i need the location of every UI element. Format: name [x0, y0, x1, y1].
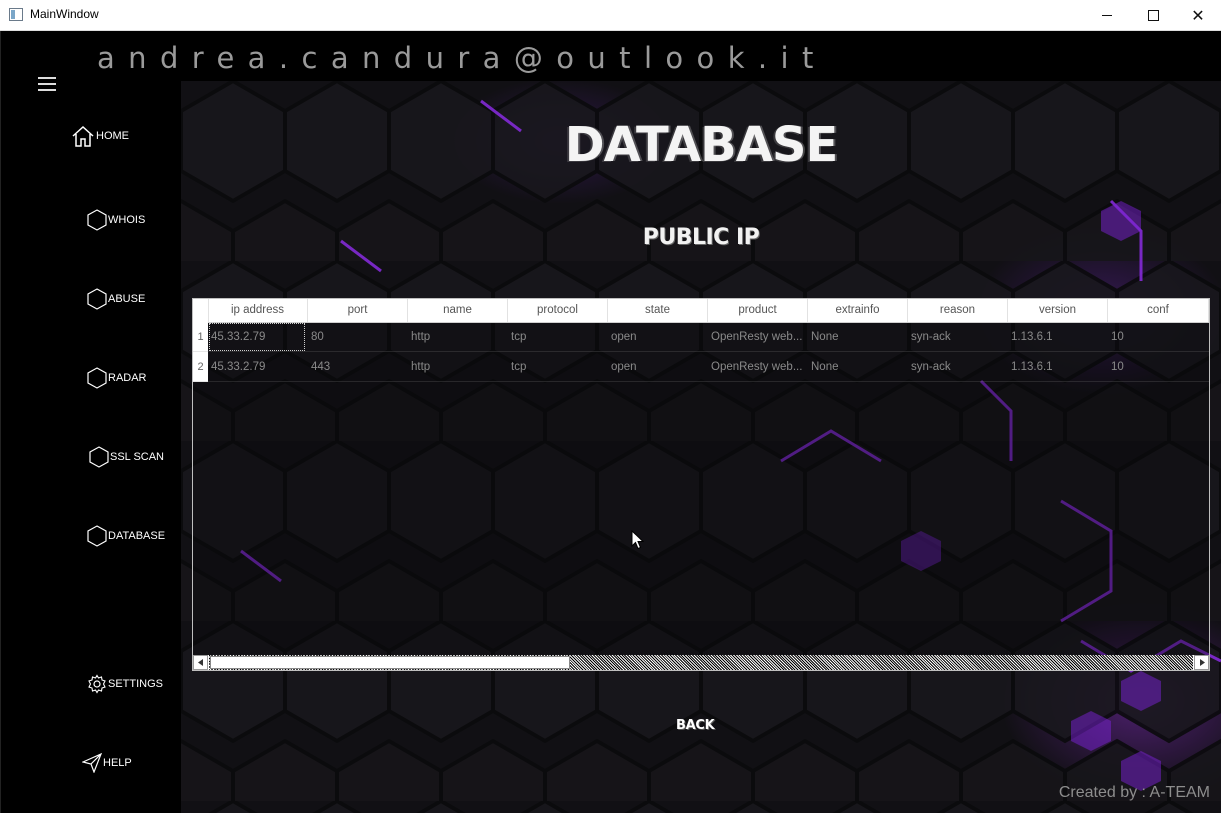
table-cell[interactable]: 10: [1108, 322, 1209, 352]
hexagon-icon: [87, 367, 107, 389]
hexagon-icon: [87, 288, 107, 310]
sidebar-item-label: DATABASE: [108, 530, 166, 542]
close-icon: ✕: [1191, 5, 1205, 25]
hexagon-icon: [87, 525, 107, 547]
send-icon: [82, 753, 102, 773]
table-cell[interactable]: 80: [308, 322, 408, 352]
column-header-protocol[interactable]: protocol: [508, 299, 608, 322]
column-header-extrainfo[interactable]: extrainfo: [808, 299, 908, 322]
sidebar: HOME WHOIS ABUSE RADAR SSL SCAN DATABASE…: [0, 31, 181, 813]
table-cell[interactable]: OpenResty web...: [708, 322, 808, 352]
column-header-conf[interactable]: conf: [1108, 299, 1209, 322]
hexagon-icon: [89, 446, 109, 468]
scroll-left-button[interactable]: [193, 655, 208, 670]
sidebar-item-label: ABUSE: [108, 293, 146, 305]
minimize-icon: [1102, 15, 1112, 16]
horizontal-scrollbar[interactable]: [193, 655, 1209, 670]
sidebar-item-label: HELP: [103, 757, 132, 769]
table-cell[interactable]: 1.13.6.1: [1008, 352, 1108, 382]
table-cell[interactable]: open: [608, 322, 708, 352]
table-cell[interactable]: None: [808, 352, 908, 382]
sidebar-item-settings[interactable]: SETTINGS: [87, 674, 163, 694]
table-cell[interactable]: tcp: [508, 352, 608, 382]
column-header-name[interactable]: name: [408, 299, 508, 322]
sidebar-item-label: WHOIS: [108, 214, 146, 226]
close-button[interactable]: ✕: [1175, 0, 1221, 31]
back-button[interactable]: BACK: [676, 718, 715, 733]
table-cell[interactable]: http: [408, 352, 508, 382]
home-icon: [72, 125, 94, 147]
table-corner[interactable]: [193, 299, 209, 322]
hamburger-menu-icon[interactable]: [38, 77, 56, 91]
main-panel: DATABASE PUBLIC IP ip address port name …: [181, 81, 1221, 813]
mouse-cursor-icon: [631, 530, 645, 550]
table-cell[interactable]: 10: [1108, 352, 1209, 382]
row-header[interactable]: 1: [193, 322, 208, 352]
sidebar-item-label: SSL SCAN: [110, 451, 165, 463]
scrollbar-thumb[interactable]: [210, 656, 570, 669]
row-header[interactable]: 2: [193, 352, 208, 382]
title-bar: MainWindow ✕: [0, 0, 1221, 31]
maximize-icon: [1147, 10, 1159, 21]
sidebar-item-database[interactable]: DATABASE: [87, 525, 165, 547]
row-headers: 1 2: [193, 322, 208, 382]
results-table[interactable]: ip address port name protocol state prod…: [192, 298, 1210, 671]
gear-icon: [88, 674, 106, 694]
column-header-state[interactable]: state: [608, 299, 708, 322]
minimize-button[interactable]: [1084, 0, 1130, 31]
sidebar-item-label: RADAR: [108, 372, 147, 384]
sidebar-item-label: HOME: [96, 130, 129, 142]
hexagon-icon: [87, 209, 107, 231]
arrow-left-icon: [197, 659, 203, 666]
column-header-reason[interactable]: reason: [908, 299, 1008, 322]
table-cell[interactable]: tcp: [508, 322, 608, 352]
table-cell[interactable]: http: [408, 322, 508, 352]
sidebar-item-label: SETTINGS: [108, 678, 164, 690]
maximize-button[interactable]: [1130, 0, 1176, 31]
sidebar-item-help[interactable]: HELP: [82, 753, 132, 773]
table-cell[interactable]: 45.33.2.79: [208, 322, 306, 352]
sidebar-item-abuse[interactable]: ABUSE: [87, 288, 145, 310]
sidebar-item-ssl-scan[interactable]: SSL SCAN: [89, 446, 164, 468]
sidebar-item-home[interactable]: HOME: [71, 125, 129, 147]
arrow-right-icon: [1199, 659, 1205, 666]
table-cell[interactable]: open: [608, 352, 708, 382]
column-header-ip-address[interactable]: ip address: [208, 299, 308, 322]
page-subtitle: PUBLIC IP: [642, 225, 760, 250]
table-cell[interactable]: 1.13.6.1: [1008, 322, 1108, 352]
column-header-product[interactable]: product: [708, 299, 808, 322]
table-cell[interactable]: None: [808, 322, 908, 352]
table-row[interactable]: 45.33.2.79 443 http tcp open OpenResty w…: [208, 352, 1209, 382]
sidebar-item-radar[interactable]: RADAR: [87, 367, 147, 389]
table-cell[interactable]: 45.33.2.79: [208, 352, 308, 382]
table-cell[interactable]: syn-ack: [908, 322, 1008, 352]
table-header: ip address port name protocol state prod…: [193, 299, 1209, 323]
page-title: DATABASE: [564, 117, 839, 173]
sidebar-item-whois[interactable]: WHOIS: [87, 209, 145, 231]
column-header-version[interactable]: version: [1008, 299, 1108, 322]
credits-text: Created by : A-TEAM: [1058, 784, 1210, 801]
table-row[interactable]: 45.33.2.79 80 http tcp open OpenResty we…: [208, 322, 1209, 352]
window-title: MainWindow: [30, 7, 99, 21]
table-cell[interactable]: 443: [308, 352, 408, 382]
table-cell[interactable]: syn-ack: [908, 352, 1008, 382]
scroll-right-button[interactable]: [1194, 655, 1209, 670]
table-cell[interactable]: OpenResty web...: [708, 352, 808, 382]
column-header-port[interactable]: port: [308, 299, 408, 322]
header-email: andrea.candura@outlook.it: [97, 41, 827, 75]
app-icon: [9, 8, 23, 21]
